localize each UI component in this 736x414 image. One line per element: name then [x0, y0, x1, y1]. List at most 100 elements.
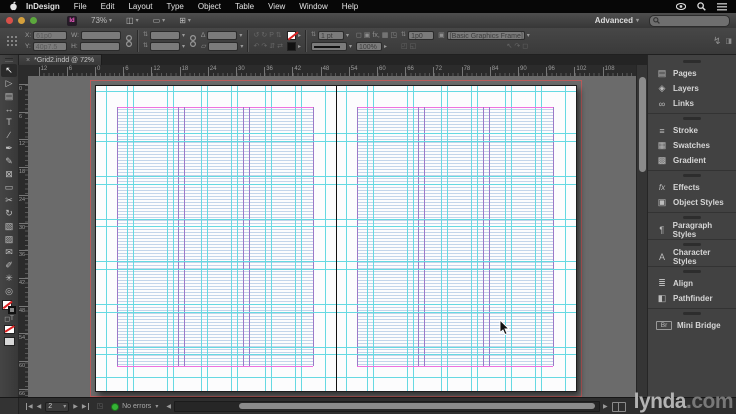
first-page-button[interactable]: ◀: [26, 403, 33, 410]
stroke-color-swatch[interactable]: [286, 42, 296, 51]
apple-menu[interactable]: [9, 1, 18, 12]
horizontal-scrollbar[interactable]: [173, 401, 600, 412]
view-options-dropdown[interactable]: ◫ ▾: [126, 16, 139, 25]
ruler-guide-vertical[interactable]: [264, 86, 266, 391]
page-number-field[interactable]: 2 ▾: [45, 401, 70, 412]
fill-stroke-widget[interactable]: [2, 300, 16, 314]
gap-tool[interactable]: ↔: [1, 103, 17, 116]
ruler-guide-vertical[interactable]: [237, 86, 238, 391]
menu-file[interactable]: File: [67, 2, 94, 11]
gradient-feather-tool[interactable]: ▨: [1, 233, 17, 246]
minimize-window-button[interactable]: [18, 17, 25, 24]
scale-x-field[interactable]: [150, 31, 181, 40]
x-position-field[interactable]: 61p0: [33, 31, 68, 40]
ruler-guide-vertical[interactable]: [127, 86, 129, 391]
style-option-2-icon[interactable]: ◻: [522, 42, 528, 51]
ruler-guide-vertical[interactable]: [540, 86, 542, 391]
ruler-guide-vertical[interactable]: [270, 86, 272, 391]
scroll-right-arrow[interactable]: ▶: [603, 403, 608, 410]
ruler-guide-vertical[interactable]: [106, 86, 108, 391]
reference-point-proxy[interactable]: [7, 35, 18, 47]
height-field[interactable]: [79, 42, 120, 51]
effects-0-icon[interactable]: ◻: [356, 31, 362, 40]
panel-swatches[interactable]: ▦ Swatches: [648, 138, 736, 153]
quick-apply-icon[interactable]: ↯: [713, 36, 721, 46]
vertical-scrollbar-thumb[interactable]: [639, 77, 646, 172]
style-option-1-icon[interactable]: ↷: [514, 42, 520, 51]
ruler-guide-vertical[interactable]: [504, 86, 506, 391]
panel-character-styles[interactable]: A Character Styles: [648, 248, 736, 266]
menu-edit[interactable]: Edit: [94, 2, 122, 11]
ruler-guide-vertical[interactable]: [324, 86, 326, 391]
ruler-guide-vertical[interactable]: [510, 86, 512, 391]
next-page-button[interactable]: ▶: [73, 403, 78, 410]
ruler-guide-vertical[interactable]: [407, 86, 409, 391]
arrange-documents-dropdown[interactable]: ⊞ ▾: [179, 16, 191, 25]
previous-page-button[interactable]: ◀: [37, 403, 42, 410]
transform-2-icon[interactable]: ⇵: [269, 42, 275, 51]
ruler-guide-vertical[interactable]: [471, 86, 472, 391]
width-field[interactable]: [80, 31, 121, 40]
dock-group-grip[interactable]: [683, 117, 701, 120]
rectangle-tool[interactable]: ▭: [1, 181, 17, 194]
style-option-0-icon[interactable]: ↖: [507, 42, 513, 51]
screen-mode-dropdown[interactable]: ▭ ▾: [153, 16, 166, 25]
dock-group-grip[interactable]: [683, 312, 701, 315]
constrain-proportions-icon[interactable]: [125, 33, 133, 49]
transform-1-icon[interactable]: ↻: [261, 31, 267, 40]
page-spread[interactable]: [95, 85, 577, 392]
ruler-guide-vertical[interactable]: [207, 86, 208, 391]
transform-0-icon[interactable]: ↶: [253, 42, 259, 51]
display-status-icon[interactable]: [676, 2, 686, 11]
page-tool[interactable]: ▤: [1, 90, 17, 103]
ruler-guide-vertical[interactable]: [294, 86, 296, 391]
rotation-angle-field[interactable]: [207, 31, 238, 40]
ruler-guide-vertical[interactable]: [300, 86, 302, 391]
ruler-guide-vertical[interactable]: [413, 86, 415, 391]
dock-group-grip[interactable]: [683, 270, 701, 273]
pen-tool[interactable]: ✒: [1, 142, 17, 155]
effects-1-icon[interactable]: ▣: [364, 31, 371, 40]
last-page-button[interactable]: ▶: [82, 403, 89, 410]
zoom-window-button[interactable]: [30, 17, 37, 24]
transform-1-icon[interactable]: ↷: [261, 42, 267, 51]
dock-group-grip[interactable]: [683, 174, 701, 177]
selection-tool[interactable]: ↖: [1, 64, 17, 77]
panel-pages[interactable]: ▤ Pages: [648, 66, 736, 81]
formatting-affects-text-icon[interactable]: T: [10, 316, 14, 322]
opacity-field[interactable]: 100%: [355, 42, 382, 51]
scale-y-field[interactable]: [150, 42, 181, 51]
corner-options-icon[interactable]: ◰: [401, 42, 408, 51]
stroke-swatch[interactable]: [8, 306, 16, 314]
effects-4-icon[interactable]: ◳: [390, 31, 397, 40]
y-position-field[interactable]: 40p7.5: [32, 42, 67, 51]
zoom-level-dropdown[interactable]: 73% ▾: [91, 16, 112, 25]
stroke-type-dropdown[interactable]: [310, 42, 347, 51]
transform-2-icon[interactable]: P: [269, 31, 274, 40]
apply-none-button[interactable]: [3, 325, 15, 334]
control-panel-menu-icon[interactable]: ◨: [725, 37, 732, 46]
document-tab[interactable]: × *Grid2.indd @ 72%: [18, 54, 103, 65]
fill-color-swatch[interactable]: [286, 31, 296, 40]
ruler-guide-vertical[interactable]: [346, 86, 348, 391]
menu-layout[interactable]: Layout: [121, 2, 159, 11]
preflight-menu-icon[interactable]: ◳: [97, 402, 104, 411]
direct-selection-tool[interactable]: ▷: [1, 77, 17, 90]
close-window-button[interactable]: [6, 17, 13, 24]
scissors-tool[interactable]: ✂: [1, 194, 17, 207]
pencil-tool[interactable]: ✎: [1, 155, 17, 168]
effects-3-icon[interactable]: ▦: [382, 31, 389, 40]
type-tool[interactable]: T: [1, 116, 17, 129]
ruler-guide-vertical[interactable]: [373, 86, 375, 391]
spread-view-icon[interactable]: [611, 401, 626, 412]
panel-stroke[interactable]: ≡ Stroke: [648, 123, 736, 138]
ruler-guide-vertical[interactable]: [367, 86, 369, 391]
stroke-weight-field[interactable]: 1 pt: [317, 31, 344, 40]
menu-help[interactable]: Help: [335, 2, 365, 11]
ruler-guide-vertical[interactable]: [231, 86, 232, 391]
workspace-switcher[interactable]: Advanced ▾: [595, 16, 639, 25]
close-tab-icon[interactable]: ×: [26, 57, 30, 64]
search-input[interactable]: [649, 14, 730, 27]
panel-gradient[interactable]: ▩ Gradient: [648, 153, 736, 168]
horizontal-scrollbar-thumb[interactable]: [238, 403, 595, 409]
